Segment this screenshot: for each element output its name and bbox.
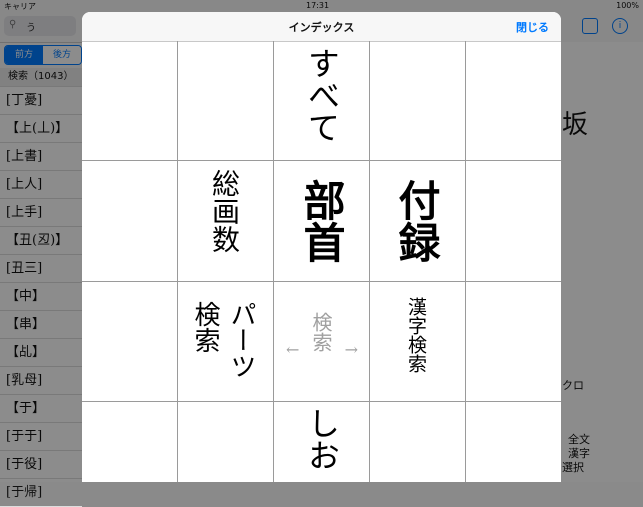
index-parts-search-button[interactable]: パーツ 検索 bbox=[186, 293, 268, 397]
index-stroke-count-button[interactable]: 総画数 bbox=[208, 169, 241, 253]
index-grid: すべて 総画数 部首 付録 パーツ 検索 検索 ← → 漢字検索 しお bbox=[82, 41, 561, 482]
modal-header: インデックス 閉じる bbox=[82, 12, 561, 42]
close-button[interactable]: 閉じる bbox=[516, 19, 549, 35]
index-all-button[interactable]: すべて bbox=[303, 47, 341, 143]
grid-divider bbox=[82, 160, 561, 161]
grid-divider bbox=[273, 41, 274, 482]
index-modal: インデックス 閉じる すべて 総画数 部首 付録 パーツ 検索 検索 ← → 漢字… bbox=[82, 12, 561, 482]
grid-divider bbox=[177, 41, 178, 482]
index-radical-button[interactable]: 部首 bbox=[297, 179, 346, 263]
parts-search-label: パーツ bbox=[226, 301, 256, 379]
parts-search-label: 検索 bbox=[190, 301, 220, 353]
grid-divider bbox=[82, 401, 561, 402]
index-appendix-button[interactable]: 付録 bbox=[392, 179, 441, 263]
index-bookmark-button[interactable]: しお bbox=[303, 407, 341, 471]
index-search-disabled: 検索 ← → bbox=[274, 282, 369, 401]
modal-title: インデックス bbox=[288, 21, 355, 34]
grid-divider bbox=[369, 41, 370, 482]
index-kanji-search-button[interactable]: 漢字検索 bbox=[405, 297, 427, 373]
list-item[interactable]: [于帰] bbox=[0, 479, 82, 507]
grid-divider bbox=[465, 41, 466, 482]
arrow-left-right-icon: ← → bbox=[286, 340, 358, 359]
